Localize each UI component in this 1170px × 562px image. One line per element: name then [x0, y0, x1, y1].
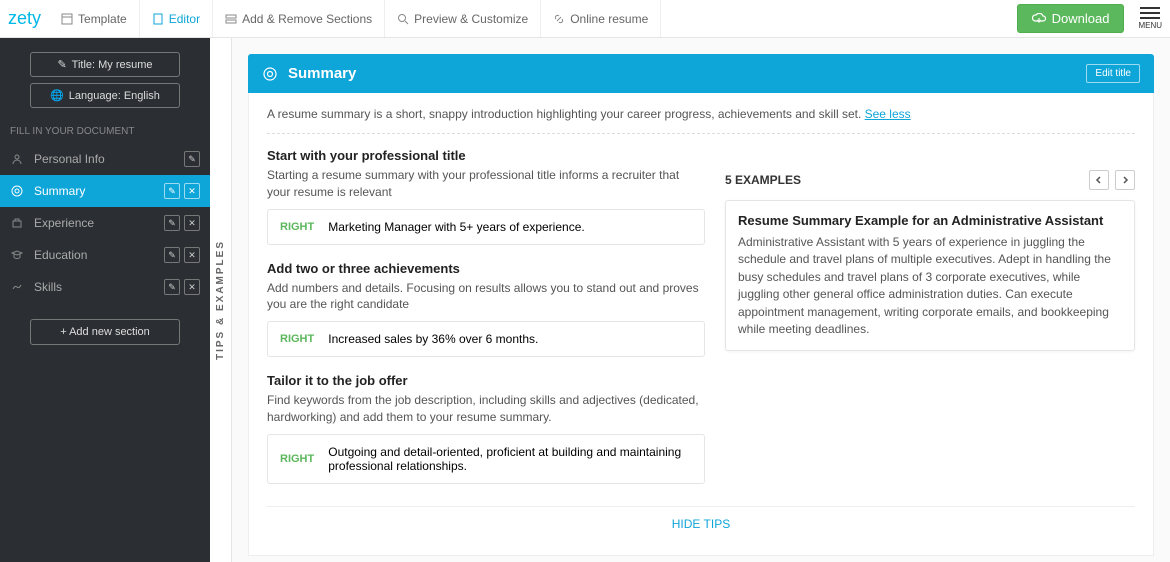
right-tag: RIGHT — [280, 221, 314, 233]
nav-add-remove[interactable]: Add & Remove Sections — [213, 0, 385, 37]
nav-label: Add & Remove Sections — [242, 12, 372, 26]
sections-icon — [225, 13, 237, 25]
nav-label: Editor — [169, 12, 200, 26]
edit-icon[interactable]: ✎ — [164, 279, 180, 295]
hide-tips-button[interactable]: HIDE TIPS — [267, 506, 1135, 541]
examples-count: 5 EXAMPLES — [725, 173, 1089, 187]
graduation-icon — [10, 249, 24, 261]
example-title: Resume Summary Example for an Administra… — [738, 213, 1122, 228]
person-icon — [10, 153, 24, 165]
sidebar-item-summary[interactable]: Summary ✎✕ — [0, 175, 210, 207]
tip-heading: Start with your professional title — [267, 148, 705, 163]
tip-text: Find keywords from the job description, … — [267, 392, 705, 426]
example-box: RIGHT Marketing Manager with 5+ years of… — [267, 209, 705, 245]
delete-icon[interactable]: ✕ — [184, 215, 200, 231]
right-tag: RIGHT — [280, 453, 314, 465]
edit-icon[interactable]: ✎ — [164, 215, 180, 231]
sidebar-item-personal[interactable]: Personal Info ✎ — [0, 143, 210, 175]
tip-block: Start with your professional title Start… — [267, 148, 705, 245]
example-box: RIGHT Increased sales by 36% over 6 mont… — [267, 321, 705, 357]
menu-button[interactable]: MENU — [1138, 7, 1162, 30]
nav-label: Template — [78, 12, 127, 26]
sidebar-item-label: Summary — [34, 184, 85, 198]
chevron-right-icon — [1121, 176, 1129, 184]
sidebar-item-label: Personal Info — [34, 152, 105, 166]
edit-title-button[interactable]: Edit title — [1086, 64, 1140, 83]
sidebar-item-education[interactable]: Education ✎✕ — [0, 239, 210, 271]
language-button[interactable]: 🌐 Language: English — [30, 83, 180, 108]
add-section-button[interactable]: + Add new section — [30, 319, 180, 345]
tips-tab-label: TIPS & EXAMPLES — [215, 240, 226, 360]
example-text: Marketing Manager with 5+ years of exper… — [328, 220, 584, 234]
see-less-link[interactable]: See less — [865, 107, 911, 121]
intro-text: A resume summary is a short, snappy intr… — [267, 107, 1135, 134]
next-example-button[interactable] — [1115, 170, 1135, 190]
example-card: Resume Summary Example for an Administra… — [725, 200, 1135, 351]
sidebar-item-skills[interactable]: Skills ✎✕ — [0, 271, 210, 303]
target-icon — [262, 66, 278, 82]
editor-icon — [152, 13, 164, 25]
right-tag: RIGHT — [280, 333, 314, 345]
cloud-download-icon — [1032, 13, 1046, 25]
tips-tab[interactable]: TIPS & EXAMPLES — [210, 38, 232, 562]
top-bar: zety Template Editor Add & Remove Sectio… — [0, 0, 1170, 38]
nav-preview[interactable]: Preview & Customize — [385, 0, 541, 37]
title-label: Title: My resume — [72, 59, 153, 71]
examples-header: 5 EXAMPLES — [725, 170, 1135, 190]
nav-label: Preview & Customize — [414, 12, 528, 26]
delete-icon[interactable]: ✕ — [184, 183, 200, 199]
tip-text: Add numbers and details. Focusing on res… — [267, 280, 705, 314]
prev-example-button[interactable] — [1089, 170, 1109, 190]
tip-heading: Add two or three achievements — [267, 261, 705, 276]
tip-text: Starting a resume summary with your prof… — [267, 167, 705, 201]
top-nav: Template Editor Add & Remove Sections Pr… — [49, 0, 661, 37]
brand-logo: zety — [8, 8, 41, 29]
template-icon — [61, 13, 73, 25]
nav-editor[interactable]: Editor — [140, 0, 213, 37]
delete-icon[interactable]: ✕ — [184, 279, 200, 295]
edit-icon[interactable]: ✎ — [164, 183, 180, 199]
sidebar-item-label: Experience — [34, 216, 94, 230]
link-icon — [553, 13, 565, 25]
content-area: Summary Edit title A resume summary is a… — [232, 38, 1170, 562]
example-body: Administrative Assistant with 5 years of… — [738, 234, 1122, 338]
example-text: Outgoing and detail-oriented, proficient… — [328, 445, 692, 473]
edit-icon[interactable]: ✎ — [164, 247, 180, 263]
language-label: Language: English — [69, 90, 160, 102]
title-button[interactable]: ✎ Title: My resume — [30, 52, 180, 77]
sidebar: ✎ Title: My resume 🌐 Language: English F… — [0, 38, 210, 562]
hamburger-icon — [1140, 7, 1160, 19]
sidebar-item-label: Education — [34, 248, 87, 262]
preview-icon — [397, 13, 409, 25]
edit-icon[interactable]: ✎ — [184, 151, 200, 167]
tip-heading: Tailor it to the job offer — [267, 373, 705, 388]
sidebar-item-label: Skills — [34, 280, 62, 294]
nav-label: Online resume — [570, 12, 648, 26]
nav-online[interactable]: Online resume — [541, 0, 661, 37]
sidebar-item-experience[interactable]: Experience ✎✕ — [0, 207, 210, 239]
download-label: Download — [1052, 11, 1110, 26]
sidebar-section-label: FILL IN YOUR DOCUMENT — [0, 112, 210, 143]
menu-label: MENU — [1138, 21, 1162, 30]
section-title: Summary — [288, 65, 1086, 82]
target-icon — [10, 185, 24, 197]
pencil-icon: ✎ — [57, 58, 66, 71]
section-header: Summary Edit title — [248, 54, 1154, 93]
tip-block: Add two or three achievements Add number… — [267, 261, 705, 358]
globe-icon: 🌐 — [50, 89, 64, 102]
delete-icon[interactable]: ✕ — [184, 247, 200, 263]
nav-template[interactable]: Template — [49, 0, 140, 37]
briefcase-icon — [10, 217, 24, 229]
tip-block: Tailor it to the job offer Find keywords… — [267, 373, 705, 484]
skills-icon — [10, 281, 24, 293]
chevron-left-icon — [1095, 176, 1103, 184]
download-button[interactable]: Download — [1017, 4, 1125, 33]
example-text: Increased sales by 36% over 6 months. — [328, 332, 538, 346]
example-box: RIGHT Outgoing and detail-oriented, prof… — [267, 434, 705, 484]
